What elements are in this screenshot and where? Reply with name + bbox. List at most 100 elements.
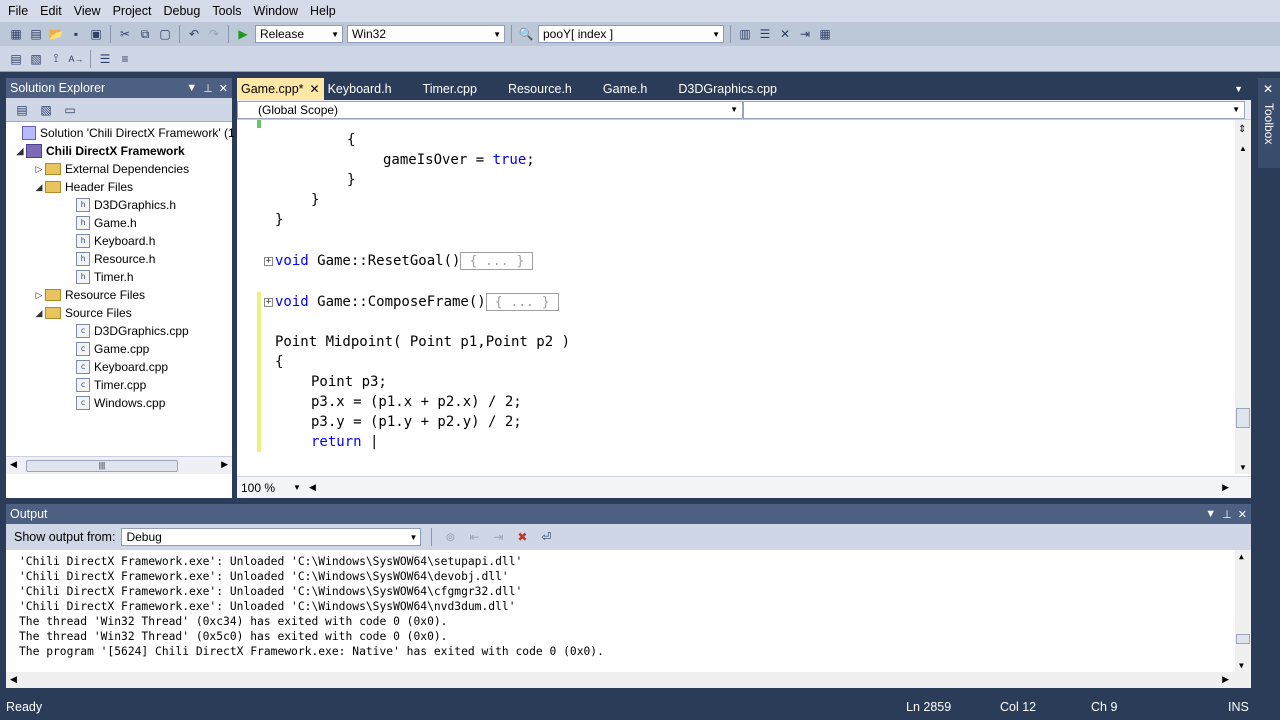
close-icon[interactable]: ✕ xyxy=(310,82,320,96)
scroll-down-icon[interactable]: ▼ xyxy=(1239,463,1247,472)
properties-icon[interactable]: ☰ xyxy=(755,25,775,43)
tree-file[interactable]: c Timer.cpp xyxy=(76,376,146,394)
scroll-right-icon[interactable]: ▶ xyxy=(1222,482,1229,493)
outdent-icon[interactable]: ≡ xyxy=(115,50,135,68)
chevron-down-icon[interactable]: ▼ xyxy=(186,82,197,95)
collapsed-arrow-icon[interactable]: ▷ xyxy=(33,164,45,175)
output-window-icon[interactable]: ⇥ xyxy=(795,25,815,43)
expanded-arrow-icon[interactable]: ◢ xyxy=(33,308,45,319)
output-text[interactable]: 'Chili DirectX Framework.exe': Unloaded … xyxy=(6,550,1251,688)
scroll-left-icon[interactable]: ◀ xyxy=(10,459,17,470)
previous-message-icon[interactable]: ⇤ xyxy=(464,528,484,546)
vertical-scrollbar[interactable]: ⇕ ▲ ▼ xyxy=(1235,120,1251,474)
solution-explorer-icon[interactable]: ▥ xyxy=(735,25,755,43)
word-wrap-icon[interactable]: ⏎ xyxy=(536,528,556,546)
view-code-icon[interactable]: ▭ xyxy=(60,101,80,119)
copy-icon[interactable]: ⧉ xyxy=(135,25,155,43)
list-members-icon[interactable]: ▤ xyxy=(6,50,26,68)
start-debugging-icon[interactable]: ▶ xyxy=(233,25,253,43)
platform-select[interactable]: Win32 ▼ xyxy=(347,25,505,43)
member-select[interactable]: ▼ xyxy=(743,100,1245,119)
properties-icon[interactable]: ▤ xyxy=(12,101,32,119)
menu-window[interactable]: Window xyxy=(248,4,304,18)
pin-icon[interactable]: ⊥ xyxy=(203,82,213,95)
go-to-line-icon[interactable]: ⊚ xyxy=(440,528,460,546)
indent-icon[interactable]: ☰ xyxy=(95,50,115,68)
tree-file[interactable]: h Keyboard.h xyxy=(76,232,155,250)
menu-tools[interactable]: Tools xyxy=(206,4,247,18)
parameter-info-icon[interactable]: ▧ xyxy=(26,50,46,68)
tab-game-cpp[interactable]: Game.cpp* ✕ xyxy=(237,78,324,100)
tree-project[interactable]: ◢ Chili DirectX Framework xyxy=(14,142,185,160)
new-project-icon[interactable]: ▦ xyxy=(6,25,26,43)
tree-external-dependencies[interactable]: ▷ External Dependencies xyxy=(33,160,190,178)
expand-outline-icon[interactable]: + xyxy=(264,257,273,266)
output-source-select[interactable]: Debug ▼ xyxy=(121,528,422,546)
tree-solution[interactable]: Solution 'Chili DirectX Framework' (1 xyxy=(10,124,235,142)
scroll-right-icon[interactable]: ▶ xyxy=(1222,674,1229,685)
menu-help[interactable]: Help xyxy=(304,4,342,18)
tab-game-h[interactable]: Game.h xyxy=(585,78,660,100)
horizontal-scrollbar[interactable]: ◀ ▶ xyxy=(6,672,1251,688)
scroll-right-icon[interactable]: ▶ xyxy=(221,459,228,470)
collapsed-block[interactable]: { ... } xyxy=(460,252,534,270)
menu-edit[interactable]: Edit xyxy=(34,4,68,18)
code-area[interactable]: { gameIsOver = true; } } } + void Game::… xyxy=(237,120,1235,474)
tree-file[interactable]: h D3DGraphics.h xyxy=(76,196,176,214)
scroll-up-icon[interactable]: ▲ xyxy=(1239,552,1244,561)
tree-resource-files[interactable]: ▷ Resource Files xyxy=(33,286,146,304)
menu-project[interactable]: Project xyxy=(107,4,158,18)
tree-source-files[interactable]: ◢ Source Files xyxy=(33,304,132,322)
add-item-icon[interactable]: ▤ xyxy=(26,25,46,43)
toolbox-strip[interactable]: ✕ Toolbox xyxy=(1258,78,1280,168)
tree-file[interactable]: c D3DGraphics.cpp xyxy=(76,322,189,340)
complete-word-icon[interactable]: A→ xyxy=(66,50,86,68)
zoom-level[interactable]: 100 % xyxy=(241,481,275,495)
chevron-down-icon[interactable]: ▼ xyxy=(1234,84,1243,94)
quick-info-icon[interactable]: ⟟ xyxy=(46,50,66,68)
save-icon[interactable]: ▪ xyxy=(66,25,86,43)
tree-header-files[interactable]: ◢ Header Files xyxy=(33,178,134,196)
menu-view[interactable]: View xyxy=(68,4,107,18)
cut-icon[interactable]: ✂ xyxy=(115,25,135,43)
tab-d3dgraphics-cpp[interactable]: D3DGraphics.cpp xyxy=(660,78,790,100)
find-in-files-icon[interactable]: 🔍 xyxy=(516,25,536,43)
tree-file[interactable]: c Game.cpp xyxy=(76,340,149,358)
undo-icon[interactable]: ↶ xyxy=(184,25,204,43)
scrollbar-thumb[interactable]: ||| xyxy=(26,460,178,472)
horizontal-scrollbar[interactable]: ◀ ||| ▶ xyxy=(6,456,232,474)
class-view-icon[interactable]: ▦ xyxy=(815,25,835,43)
scope-select[interactable]: (Global Scope) ▼ xyxy=(237,100,743,119)
next-message-icon[interactable]: ⇥ xyxy=(488,528,508,546)
close-icon[interactable]: ✕ xyxy=(1238,508,1247,521)
expanded-arrow-icon[interactable]: ◢ xyxy=(14,146,26,157)
show-all-files-icon[interactable]: ▧ xyxy=(36,101,56,119)
tab-resource-h[interactable]: Resource.h xyxy=(490,78,585,100)
tree-file[interactable]: c Keyboard.cpp xyxy=(76,358,168,376)
tree-file[interactable]: h Resource.h xyxy=(76,250,155,268)
chevron-down-icon[interactable]: ▼ xyxy=(293,483,301,492)
menu-debug[interactable]: Debug xyxy=(157,4,206,18)
menu-file[interactable]: File xyxy=(2,4,34,18)
tree-file[interactable]: h Game.h xyxy=(76,214,137,232)
close-icon[interactable]: ✕ xyxy=(219,82,228,95)
tab-keyboard-h[interactable]: Keyboard.h xyxy=(324,78,405,100)
clear-all-icon[interactable]: ✖ xyxy=(512,528,532,546)
find-combo[interactable]: pooY[ index ] ▼ xyxy=(538,25,724,43)
redo-icon[interactable]: ↷ xyxy=(204,25,224,43)
scroll-up-icon[interactable]: ▲ xyxy=(1239,144,1247,153)
configuration-select[interactable]: Release ▼ xyxy=(255,25,343,43)
collapsed-arrow-icon[interactable]: ▷ xyxy=(33,290,45,301)
tree-file[interactable]: c Windows.cpp xyxy=(76,394,165,412)
scroll-left-icon[interactable]: ◀ xyxy=(10,674,17,685)
paste-icon[interactable]: ▢ xyxy=(155,25,175,43)
tools-icon[interactable]: ✕ xyxy=(775,25,795,43)
scroll-left-icon[interactable]: ◀ xyxy=(309,482,316,493)
vertical-scrollbar[interactable]: ▲ ▼ xyxy=(1235,550,1251,672)
save-all-icon[interactable]: ▣ xyxy=(86,25,106,43)
pin-icon[interactable]: ⊥ xyxy=(1222,508,1232,521)
scroll-down-icon[interactable]: ▼ xyxy=(1239,661,1244,670)
expand-outline-icon[interactable]: + xyxy=(264,298,273,307)
scrollbar-thumb[interactable] xyxy=(1236,634,1250,644)
chevron-down-icon[interactable]: ▼ xyxy=(1205,508,1216,521)
